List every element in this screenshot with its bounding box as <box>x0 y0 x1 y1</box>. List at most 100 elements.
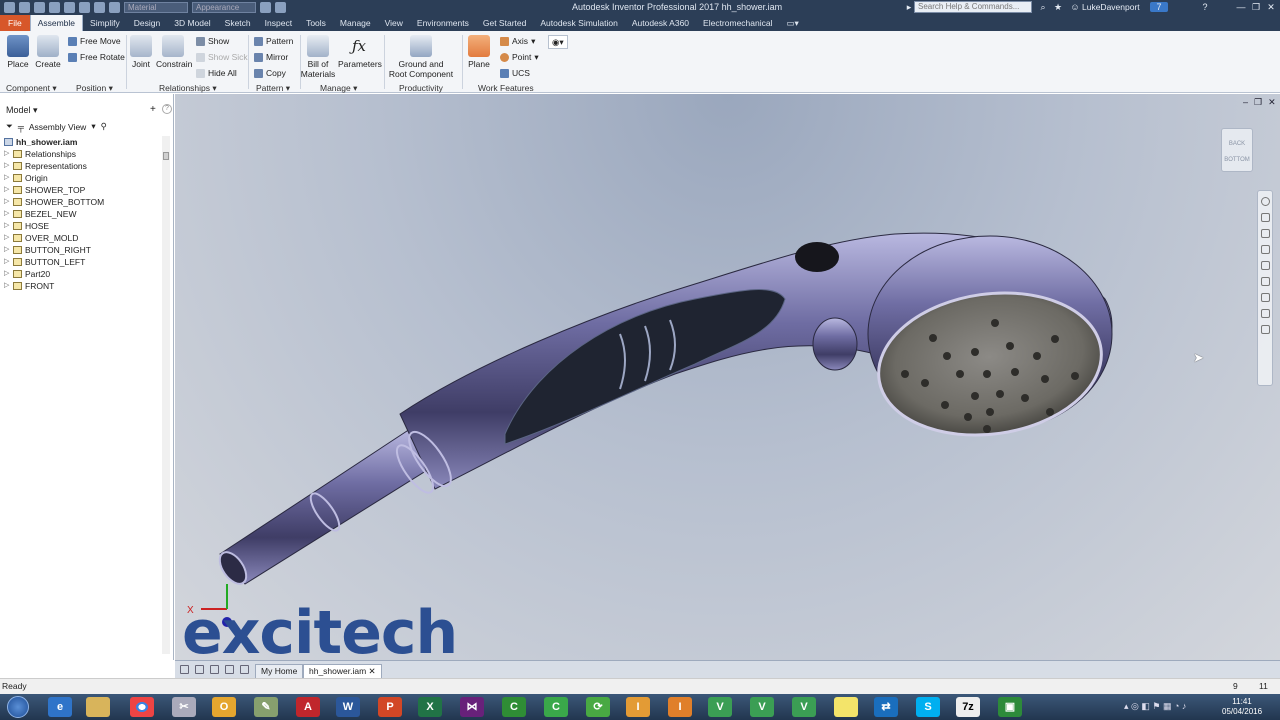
user-icon[interactable]: ☺ <box>1070 2 1080 12</box>
inventor-pro-icon[interactable]: I <box>668 697 692 717</box>
camtasia-icon[interactable]: C <box>544 697 568 717</box>
free-move-button[interactable]: Free Move <box>68 36 121 46</box>
orbit-icon[interactable] <box>1260 245 1270 254</box>
browser-header[interactable]: Model ▾ <box>6 105 38 116</box>
tree-root[interactable]: hh_shower.iam <box>4 136 162 148</box>
expand-icon[interactable]: ▷ <box>4 172 10 184</box>
mirror-button[interactable]: Mirror <box>254 52 288 62</box>
sync-icon[interactable]: ⟳ <box>586 697 610 717</box>
document-list-icon[interactable] <box>240 665 249 674</box>
tree-item-origin[interactable]: ▷ Origin <box>4 172 162 184</box>
tree-item-over-mold[interactable]: ▷ OVER_MOLD <box>4 232 162 244</box>
tab-electromechanical[interactable]: Electromechanical <box>696 15 779 31</box>
word-icon[interactable]: W <box>336 697 360 717</box>
app-menu-icon[interactable] <box>4 2 15 13</box>
tab-sketch[interactable]: Sketch <box>218 15 258 31</box>
bill-of-materials-button[interactable]: Bill of Materials <box>300 35 336 79</box>
zoom-all-icon[interactable] <box>1260 293 1270 302</box>
tree-item-front[interactable]: ▷ FRONT <box>4 280 162 292</box>
tree-item-representations[interactable]: ▷ Representations <box>4 160 162 172</box>
tree-item-bezel-new[interactable]: ▷ BEZEL_NEW <box>4 208 162 220</box>
graphics-viewport[interactable]: – ❐ ✕ X BACK BOTTOM excitech ➤ <box>175 94 1280 660</box>
expand-icon[interactable]: ▷ <box>4 160 10 172</box>
restore-icon[interactable]: ❐ <box>1251 2 1261 12</box>
axis-button[interactable]: Axis ▾ <box>500 36 535 46</box>
tab-autodesk-a360[interactable]: Autodesk A360 <box>625 15 696 31</box>
help-icon[interactable]: ? <box>1200 2 1210 12</box>
minimize-icon[interactable]: — <box>1236 2 1246 12</box>
camtasia-c-icon[interactable]: C <box>502 697 526 717</box>
star-icon[interactable]: ★ <box>1053 2 1063 12</box>
notification-icon[interactable]: 7 <box>1150 2 1168 12</box>
create-button[interactable]: Create <box>35 35 61 69</box>
ribbon-options-icon[interactable]: ▭▾ <box>779 15 805 31</box>
plane-button[interactable]: Plane <box>466 35 492 69</box>
arrange-vertical-icon[interactable] <box>225 665 234 674</box>
tree-item-shower-top[interactable]: ▷ SHOWER_TOP <box>4 184 162 196</box>
zoom-window-icon[interactable] <box>1260 309 1270 318</box>
expand-icon[interactable]: ▷ <box>4 148 10 160</box>
expand-icon[interactable]: ▷ <box>4 232 10 244</box>
expand-icon[interactable]: ▷ <box>4 208 10 220</box>
tree-item-shower-bottom[interactable]: ▷ SHOWER_BOTTOM <box>4 196 162 208</box>
tile-view-icon[interactable] <box>180 665 189 674</box>
tree-item-button-right[interactable]: ▷ BUTTON_RIGHT <box>4 244 162 256</box>
acrobat-icon[interactable]: A <box>296 697 320 717</box>
expand-icon[interactable]: ▷ <box>4 268 10 280</box>
expand-icon[interactable]: ▷ <box>4 256 10 268</box>
close-icon[interactable]: ✕ <box>369 666 376 676</box>
expand-icon[interactable]: ▷ <box>4 244 10 256</box>
tab-hh-shower[interactable]: hh_shower.iam ✕ <box>303 664 382 678</box>
powerpoint-icon[interactable]: P <box>378 697 402 717</box>
vault-icon[interactable]: V <box>708 697 732 717</box>
chrome-icon[interactable] <box>130 697 154 717</box>
tab-autodesk-simulation[interactable]: Autodesk Simulation <box>533 15 625 31</box>
binoculars-icon[interactable]: ⌕ <box>1038 2 1048 12</box>
search-icon[interactable]: ⚲ <box>101 121 107 132</box>
show-sick-button[interactable]: Show Sick <box>196 52 248 62</box>
material-dropdown[interactable]: Material <box>124 2 188 13</box>
tree-item-button-left[interactable]: ▷ BUTTON_LEFT <box>4 256 162 268</box>
tab-my-home[interactable]: My Home <box>255 664 304 678</box>
free-rotate-button[interactable]: Free Rotate <box>68 52 125 62</box>
cascade-icon[interactable] <box>195 665 204 674</box>
tab-inspect[interactable]: Inspect <box>258 15 299 31</box>
steering-wheel-icon[interactable] <box>1260 197 1270 206</box>
redo-icon[interactable] <box>79 2 90 13</box>
update-icon[interactable] <box>109 2 120 13</box>
hide-all-button[interactable]: Hide All <box>196 68 237 78</box>
show-button[interactable]: Show <box>196 36 229 46</box>
group-pattern[interactable]: Pattern ▾ <box>256 83 290 94</box>
screen-recorder-icon[interactable]: ▣ <box>998 697 1022 717</box>
scrollbar-thumb[interactable] <box>163 152 169 160</box>
save-icon[interactable] <box>49 2 60 13</box>
view-selector[interactable]: ⏷ ╤ Assembly View ▾ ⚲ <box>6 121 107 132</box>
expand-icon[interactable]: ▷ <box>4 184 10 196</box>
tab-simplify[interactable]: Simplify <box>83 15 127 31</box>
joint-button[interactable]: Joint <box>129 35 153 69</box>
ie-icon[interactable]: e <box>48 697 72 717</box>
view-cube[interactable]: BACK BOTTOM <box>1221 128 1253 172</box>
outlook-icon[interactable]: O <box>212 697 236 717</box>
tab-view[interactable]: View <box>378 15 410 31</box>
search-arrow-icon[interactable]: ▸ <box>904 2 914 12</box>
navbar-options-icon[interactable] <box>1260 325 1270 334</box>
tree-item-hose[interactable]: ▷ HOSE <box>4 220 162 232</box>
point-button[interactable]: Point ▾ <box>500 52 539 62</box>
browser-scrollbar[interactable] <box>162 136 170 654</box>
tab-assemble[interactable]: Assemble <box>29 15 84 31</box>
filter-icon[interactable]: ⏷ <box>6 121 13 132</box>
system-clock[interactable]: 11:41 05/04/2016 <box>1222 697 1262 717</box>
tab-design[interactable]: Design <box>127 15 167 31</box>
ucs-button[interactable]: UCS <box>500 68 530 78</box>
look-at-icon[interactable] <box>1260 261 1270 270</box>
clear-override-icon[interactable] <box>260 2 271 13</box>
tab-get-started[interactable]: Get Started <box>476 15 533 31</box>
snipping-icon[interactable]: ✂ <box>172 697 196 717</box>
close-icon[interactable]: ✕ <box>1266 2 1276 12</box>
group-manage[interactable]: Manage ▾ <box>320 83 357 94</box>
ground-root-component-button[interactable]: Ground and Root Component <box>386 35 456 79</box>
tree-item-relationships[interactable]: ▷ Relationships <box>4 148 162 160</box>
excel-icon[interactable]: X <box>418 697 442 717</box>
group-component[interactable]: Component ▾ <box>6 83 57 94</box>
